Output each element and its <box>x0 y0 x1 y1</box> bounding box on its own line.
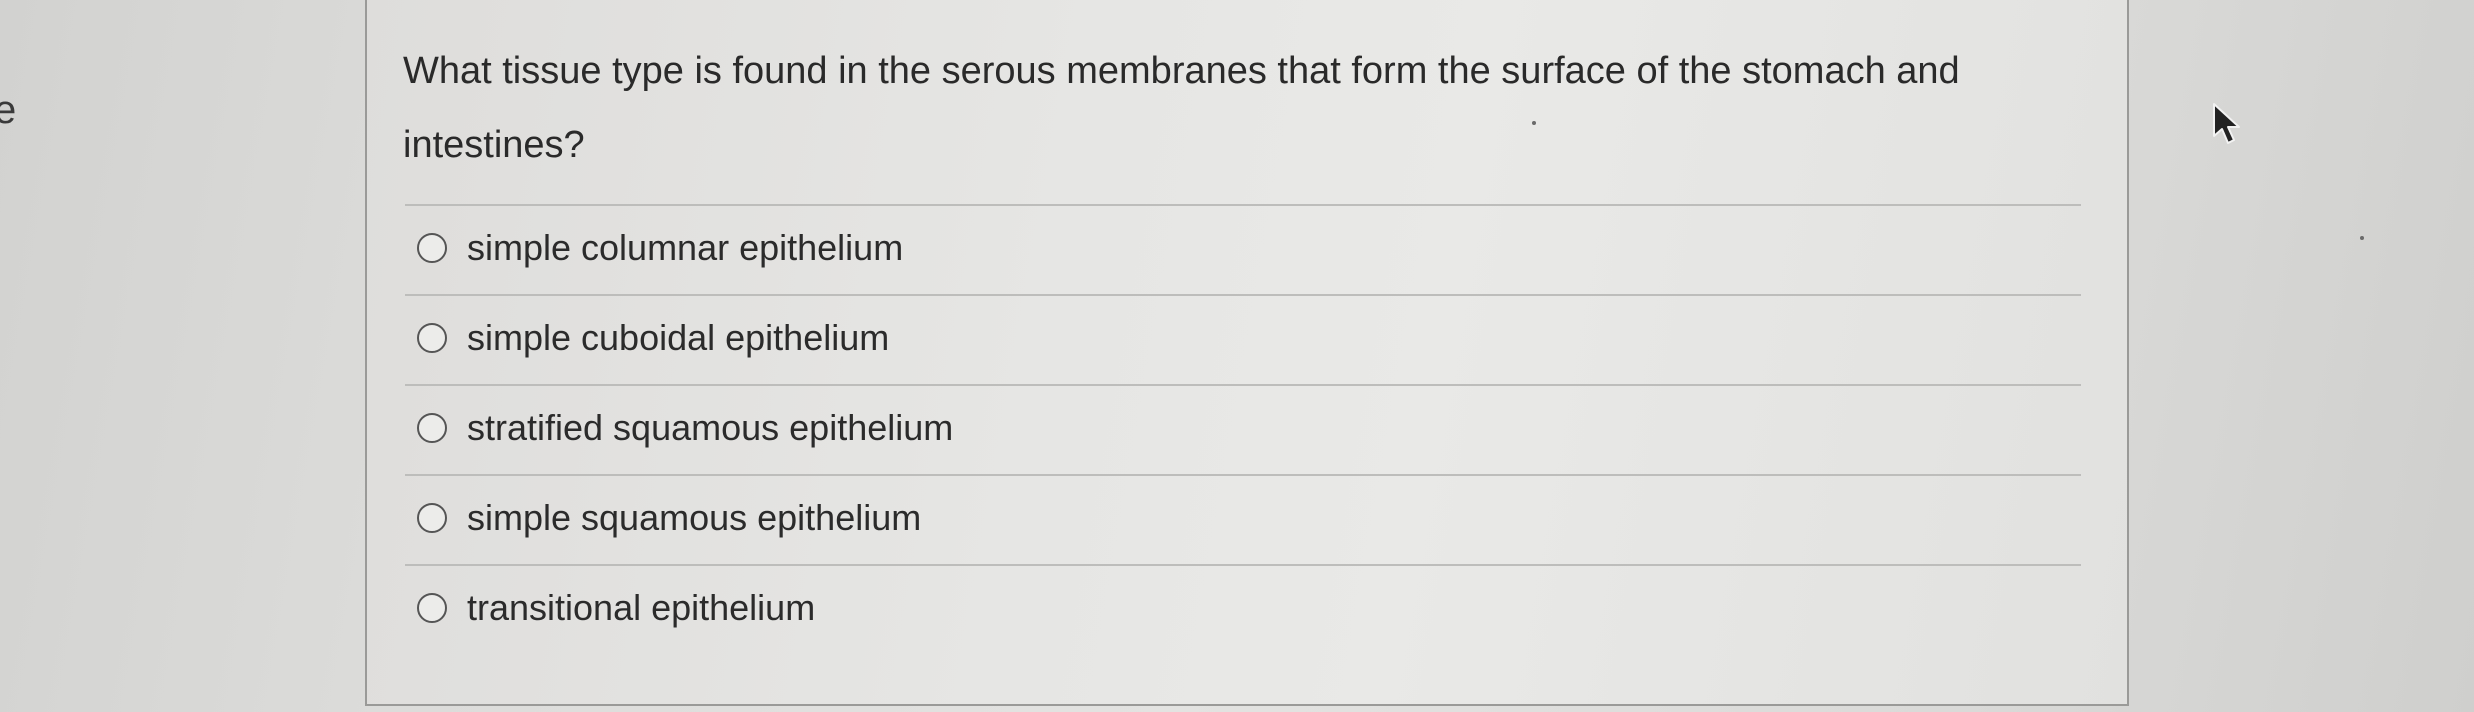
answer-option-label: transitional epithelium <box>467 587 816 628</box>
radio-unselected-icon[interactable] <box>417 593 447 623</box>
answer-option-label: simple columnar epithelium <box>467 227 904 268</box>
radio-unselected-icon[interactable] <box>417 233 447 263</box>
mouse-pointer-icon <box>2213 103 2240 144</box>
answer-option-4[interactable]: simple squamous epithelium <box>417 488 921 548</box>
screen-speck <box>1532 121 1536 125</box>
answer-option-3[interactable]: stratified squamous epithelium <box>417 398 953 458</box>
option-divider <box>405 384 2081 386</box>
radio-unselected-icon[interactable] <box>417 413 447 443</box>
answer-option-label: simple squamous epithelium <box>467 497 922 538</box>
option-divider <box>405 474 2081 476</box>
truncated-left-text: e <box>0 88 17 132</box>
question-divider <box>405 204 2081 206</box>
radio-unselected-icon[interactable] <box>417 323 447 353</box>
screen-speck <box>2360 236 2364 240</box>
question-panel: What tissue type is found in the serous … <box>365 0 2129 706</box>
answer-option-label: stratified squamous epithelium <box>467 407 954 448</box>
question-text: What tissue type is found in the serous … <box>403 50 1960 166</box>
radio-unselected-icon[interactable] <box>417 503 447 533</box>
answer-option-5[interactable]: transitional epithelium <box>417 578 815 638</box>
option-divider <box>405 294 2081 296</box>
answer-option-1[interactable]: simple columnar epithelium <box>417 218 903 278</box>
answer-option-2[interactable]: simple cuboidal epithelium <box>417 308 889 368</box>
option-divider <box>405 564 2081 566</box>
answer-option-label: simple cuboidal epithelium <box>467 317 890 358</box>
